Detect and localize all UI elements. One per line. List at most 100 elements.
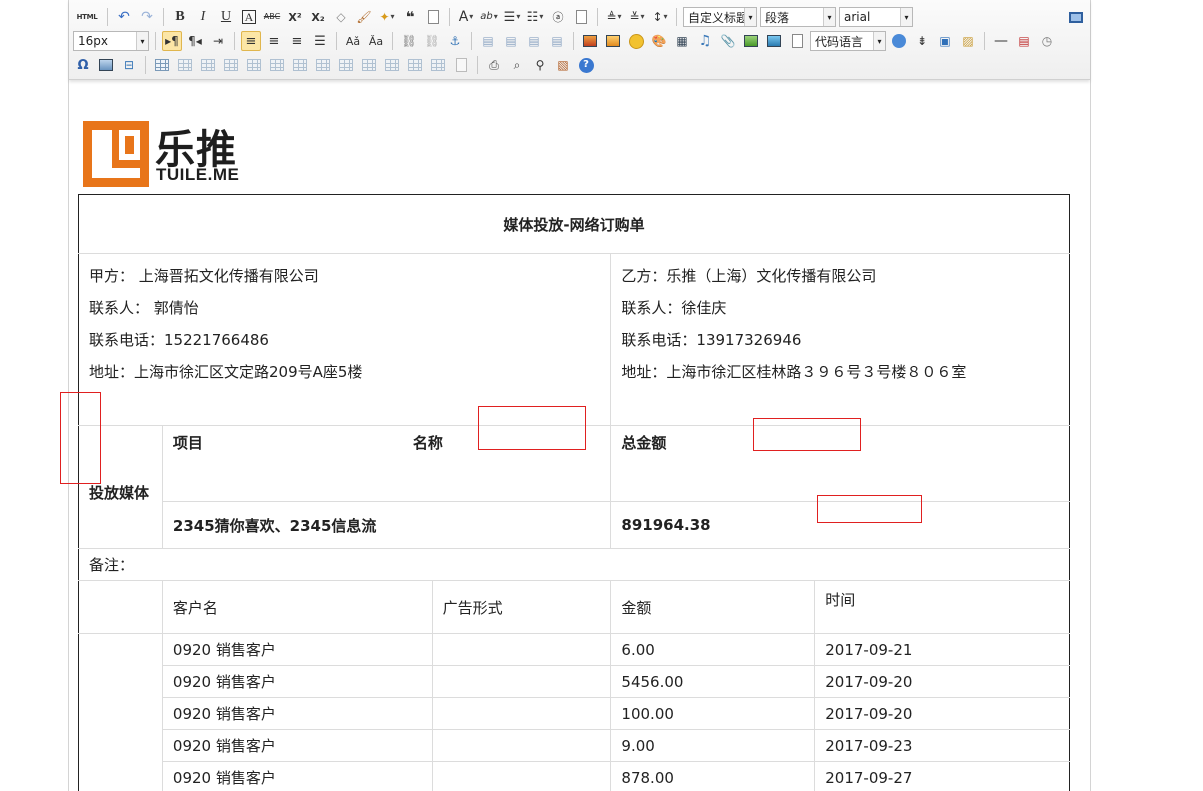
chart-icon[interactable]: [451, 55, 471, 75]
word-image-icon[interactable]: [96, 55, 116, 75]
row-spacing-top-icon[interactable]: ≜: [604, 7, 624, 27]
custom-style-select[interactable]: 自定义标题 ▾: [683, 7, 757, 27]
delete-table-icon[interactable]: [175, 55, 195, 75]
template-icon[interactable]: ▣: [935, 31, 955, 51]
to-uppercase-icon[interactable]: Aǎ: [343, 31, 363, 51]
code-language-select[interactable]: 代码语言 ▾: [810, 31, 886, 51]
map-icon[interactable]: [741, 31, 761, 51]
align-justify-icon[interactable]: ☰: [310, 31, 330, 51]
help-icon[interactable]: ?: [576, 55, 596, 75]
split-to-rows-icon[interactable]: [405, 55, 425, 75]
detail-amount: 878.00: [610, 761, 816, 791]
back-color-icon[interactable]: ab: [479, 7, 499, 27]
image-center-icon[interactable]: ▤: [547, 31, 567, 51]
italic-icon[interactable]: I: [193, 7, 213, 27]
split-to-cols-icon[interactable]: [428, 55, 448, 75]
to-lowercase-icon[interactable]: Ǎa: [366, 31, 386, 51]
preview-icon[interactable]: ⌕: [507, 55, 527, 75]
time-icon[interactable]: ◷: [1037, 31, 1057, 51]
toolbar-separator: [471, 32, 472, 50]
select-all-icon[interactable]: ⓐ: [548, 7, 568, 27]
ordered-list-icon[interactable]: ☰: [502, 7, 522, 27]
line-height-icon[interactable]: ↕: [650, 7, 670, 27]
detail-time: 2017-09-20: [814, 665, 1070, 698]
redo-icon[interactable]: ↷: [137, 7, 157, 27]
image-float-left-icon[interactable]: ▤: [501, 31, 521, 51]
insert-video-icon[interactable]: ▦: [672, 31, 692, 51]
underline-icon[interactable]: U: [216, 7, 236, 27]
detail-time: 2017-09-23: [814, 729, 1070, 762]
blockquote-icon[interactable]: ❝: [400, 7, 420, 27]
insert-row-icon[interactable]: [221, 55, 241, 75]
insert-image-icon[interactable]: [603, 31, 623, 51]
date-icon[interactable]: ▤: [1014, 31, 1034, 51]
detail-time: 2017-09-20: [814, 697, 1070, 730]
party-b-cell: 乙方：乐推（上海）文化传播有限公司 联系人：徐佳庆 联系电话：139173269…: [610, 253, 1070, 426]
detail-ad-format: [431, 729, 612, 762]
print-icon[interactable]: ⎙: [484, 55, 504, 75]
tuile-logo: 乐推 TUILE.ME: [83, 121, 253, 187]
delete-col-icon[interactable]: [290, 55, 310, 75]
delete-row-icon[interactable]: [244, 55, 264, 75]
gmap-icon[interactable]: [764, 31, 784, 51]
remark-label: 备注：: [78, 548, 1070, 581]
search-icon[interactable]: ⚲: [530, 55, 550, 75]
subscript-icon[interactable]: X₂: [308, 7, 328, 27]
align-right-icon[interactable]: ≡: [287, 31, 307, 51]
image-float-none-icon[interactable]: ▤: [478, 31, 498, 51]
html-source-button[interactable]: HTML: [73, 7, 101, 27]
merge-cells-icon[interactable]: [313, 55, 333, 75]
row-spacing-bottom-icon[interactable]: ≚: [627, 7, 647, 27]
horizontal-rule-icon[interactable]: —: [991, 31, 1011, 51]
paragraph-select[interactable]: 段落 ▾: [760, 7, 836, 27]
chevron-down-icon: ▾: [136, 32, 148, 50]
merge-down-icon[interactable]: [359, 55, 379, 75]
link-icon[interactable]: ⛓: [399, 31, 419, 51]
clear-doc-icon[interactable]: [571, 7, 591, 27]
font-color-icon[interactable]: A: [456, 7, 476, 27]
editor-content[interactable]: 乐推 TUILE.ME 媒体投放-网络订购单 甲方： 上海晋拓文化传播有限公司 …: [69, 82, 1090, 791]
web-app-icon[interactable]: [889, 31, 909, 51]
align-left-icon[interactable]: ≡: [241, 31, 261, 51]
font-size-select[interactable]: 16px ▾: [73, 31, 149, 51]
auto-format-icon[interactable]: ✦: [377, 7, 397, 27]
superscript-icon[interactable]: X²: [285, 7, 305, 27]
rtl-direction-icon[interactable]: ¶◂: [185, 31, 205, 51]
scrawl-icon[interactable]: 🎨: [649, 31, 669, 51]
insert-table-icon[interactable]: [152, 55, 172, 75]
search-replace-icon[interactable]: ⊟: [119, 55, 139, 75]
special-char-icon[interactable]: Ω: [73, 55, 93, 75]
split-to-cells-icon[interactable]: [382, 55, 402, 75]
merge-right-icon[interactable]: [336, 55, 356, 75]
insert-paragraph-before-table-icon[interactable]: [198, 55, 218, 75]
music-icon[interactable]: ♫: [695, 31, 715, 51]
image-float-right-icon[interactable]: ▤: [524, 31, 544, 51]
font-border-icon[interactable]: A: [239, 7, 259, 27]
ltr-direction-icon[interactable]: ▸¶: [162, 31, 182, 51]
strikethrough-icon[interactable]: ABC: [262, 7, 282, 27]
total-value: 891964.38: [610, 501, 1070, 549]
anchor-icon[interactable]: ⚓: [445, 31, 465, 51]
page-break-icon[interactable]: ⇟: [912, 31, 932, 51]
eraser-icon[interactable]: ◇: [331, 7, 351, 27]
background-icon[interactable]: ▨: [958, 31, 978, 51]
insert-col-icon[interactable]: [267, 55, 287, 75]
fullscreen-icon[interactable]: [1066, 7, 1086, 27]
indent-icon[interactable]: ⇥: [208, 31, 228, 51]
insert-frame-icon[interactable]: [787, 31, 807, 51]
align-center-icon[interactable]: ≡: [264, 31, 284, 51]
simple-upload-icon[interactable]: [580, 31, 600, 51]
detail-header-amount: 金额: [610, 580, 816, 634]
unlink-icon[interactable]: ⛓: [422, 31, 442, 51]
unordered-list-icon[interactable]: ☷: [525, 7, 545, 27]
paragraph-value: 段落: [765, 10, 790, 25]
undo-icon[interactable]: ↶: [114, 7, 134, 27]
drafts-icon[interactable]: ▧: [553, 55, 573, 75]
bold-icon[interactable]: B: [170, 7, 190, 27]
toolbar-separator: [163, 8, 164, 26]
paste-plain-icon[interactable]: [423, 7, 443, 27]
format-painter-icon[interactable]: 🖌: [354, 7, 374, 27]
attachment-icon[interactable]: 📎: [718, 31, 738, 51]
font-family-select[interactable]: arial ▾: [839, 7, 913, 27]
emotion-icon[interactable]: [626, 31, 646, 51]
